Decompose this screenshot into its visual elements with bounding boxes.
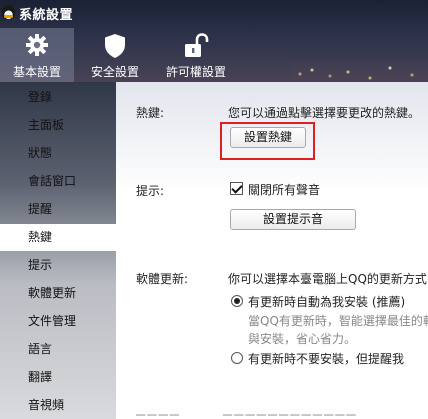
- tab-basic-settings[interactable]: 基本設置: [0, 28, 74, 82]
- auto-install-note: 當QQ有更新時，智能選擇最佳的軟: [248, 314, 428, 328]
- gear-icon: [25, 33, 49, 60]
- window-title: 系統設置: [19, 8, 74, 23]
- hotkey-description: 您可以通過點擊選擇要更改的熱鍵。: [228, 106, 421, 120]
- mute-all-sounds-label: 關閉所有聲音: [248, 183, 321, 197]
- sidebar-item-login[interactable]: 登錄: [0, 84, 116, 111]
- sidebar-item-file-management[interactable]: 文件管理: [0, 308, 116, 335]
- sidebar-item-chat-window[interactable]: 會話窗口: [0, 168, 116, 195]
- update-description: 你可以選擇本臺電腦上QQ的更新方式:: [228, 272, 428, 286]
- notify-only-label: 有更新時不要安裝，但提醒我: [248, 352, 405, 366]
- set-tip-sound-button[interactable]: 設置提示音: [230, 209, 356, 230]
- tab-label: 安全設置: [90, 65, 139, 79]
- sidebar-item-translation[interactable]: 翻譯: [0, 364, 116, 391]
- tip-section-label: 提示:: [136, 184, 165, 198]
- notify-only-radio[interactable]: [231, 352, 243, 364]
- sidebar-item-audio-video[interactable]: 音視頻: [0, 392, 116, 419]
- shield-icon: [103, 33, 127, 62]
- tab-label: 許可權設置: [165, 65, 226, 79]
- sidebar-item-hotkey[interactable]: 熱鍵: [0, 224, 116, 251]
- tab-security-settings[interactable]: 安全設置: [78, 28, 152, 82]
- next-section-cutoff: ▁▁▁▁ ▁▁▁▁▁▁▁▁▁▁▁▁: [136, 402, 358, 416]
- auto-install-note-cont: 與安裝，省心省力。: [248, 332, 357, 346]
- auto-install-label: 有更新時自動為我安裝 (推薦): [248, 295, 406, 309]
- title-bar: 系統設置 基本設置 安全設置 許可權設置: [0, 0, 428, 82]
- sidebar: 登錄 主面板 狀態 會話窗口 提醒 熱鍵 提示 軟體更新 文件管理 語言 翻譯 …: [0, 82, 116, 419]
- mute-all-sounds-checkbox[interactable]: [230, 182, 243, 195]
- unlock-icon: [183, 33, 209, 62]
- settings-panel: 熱鍵: 您可以通過點擊選擇要更改的熱鍵。 設置熱鍵 提示: 關閉所有聲音 設置提…: [116, 82, 428, 419]
- sidebar-item-language[interactable]: 語言: [0, 336, 116, 363]
- sidebar-item-reminder[interactable]: 提醒: [0, 196, 116, 223]
- hotkey-section-label: 熱鍵:: [136, 106, 165, 120]
- sidebar-item-status[interactable]: 狀態: [0, 140, 116, 167]
- set-hotkey-button[interactable]: 設置熱鍵: [230, 127, 306, 148]
- sidebar-item-software-update[interactable]: 軟體更新: [0, 280, 116, 307]
- sidebar-item-main-panel[interactable]: 主面板: [0, 112, 116, 139]
- update-section-label: 軟體更新:: [136, 272, 189, 286]
- auto-install-radio[interactable]: [231, 295, 243, 307]
- tab-label: 基本設置: [12, 65, 61, 79]
- qq-penguin-icon: [2, 5, 15, 19]
- sidebar-item-tips[interactable]: 提示: [0, 252, 116, 279]
- tab-permission-settings[interactable]: 許可權設置: [153, 28, 239, 82]
